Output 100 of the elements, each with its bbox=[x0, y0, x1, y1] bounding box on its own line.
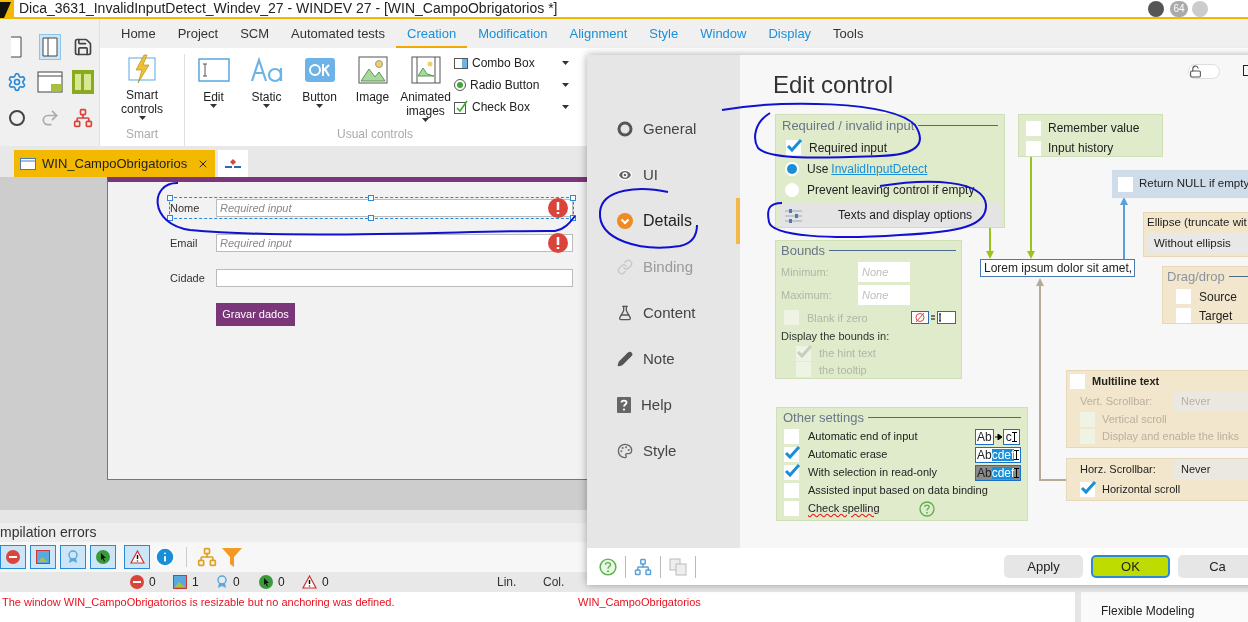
checkbox[interactable] bbox=[1118, 176, 1133, 192]
save-data-button[interactable]: Gravar dados bbox=[216, 303, 295, 326]
resize-handle[interactable] bbox=[368, 195, 374, 201]
info-icon[interactable] bbox=[154, 546, 176, 568]
ribbon-tab[interactable]: Home bbox=[110, 22, 167, 48]
filter-toggle-button[interactable] bbox=[90, 545, 116, 569]
error-source[interactable]: WIN_CampoObrigatorios bbox=[578, 592, 1075, 622]
filter-toggle-button[interactable] bbox=[30, 545, 56, 569]
field-label: Email bbox=[170, 235, 199, 251]
filter-toggle-button[interactable] bbox=[0, 545, 26, 569]
ribbon-button[interactable]: Edit bbox=[187, 54, 240, 108]
sidebar-item[interactable]: Content bbox=[587, 290, 740, 336]
window-icon[interactable] bbox=[36, 71, 63, 94]
radio-button[interactable] bbox=[785, 182, 799, 197]
warning-toggle-button[interactable] bbox=[124, 545, 150, 569]
checkbox[interactable] bbox=[1026, 120, 1041, 136]
checked-checkbox[interactable] bbox=[784, 465, 799, 480]
resize-handle[interactable] bbox=[167, 215, 173, 221]
resize-handle[interactable] bbox=[570, 215, 576, 221]
arrow-icon bbox=[994, 433, 1002, 440]
checkbox[interactable] bbox=[1026, 140, 1041, 156]
window-icon bbox=[20, 157, 36, 170]
count-label: 0 bbox=[278, 574, 285, 591]
section-title: Bounds bbox=[781, 242, 826, 260]
checkbox-label: Remember value bbox=[1048, 120, 1140, 137]
ribbon-tab[interactable]: Tools bbox=[822, 22, 875, 48]
input-field[interactable]: Required input bbox=[216, 234, 573, 252]
input-field[interactable]: Required input bbox=[216, 199, 573, 217]
dropdown-field[interactable]: Never bbox=[1173, 459, 1248, 480]
checkbox-label: Source bbox=[1199, 288, 1238, 306]
smart-controls-button[interactable]: Smart controls bbox=[107, 88, 177, 116]
checked-checkbox[interactable] bbox=[786, 140, 801, 155]
ring-icon bbox=[617, 121, 633, 137]
checkbox-label: Multiline text bbox=[1092, 373, 1160, 389]
radio-button[interactable] bbox=[785, 161, 799, 176]
hierarchy-icon[interactable] bbox=[72, 108, 93, 129]
sidebar-item[interactable]: Details bbox=[587, 198, 740, 244]
ribbon-tab[interactable]: Project bbox=[166, 22, 230, 48]
selected-sample-text: cdef bbox=[991, 466, 1015, 479]
document-tab[interactable] bbox=[218, 150, 249, 177]
sample-text: c bbox=[1005, 430, 1012, 443]
dialog-button[interactable]: OK bbox=[1091, 555, 1170, 578]
checkbox[interactable] bbox=[1176, 308, 1191, 323]
hierarchy-icon[interactable] bbox=[634, 557, 652, 576]
lock-toggle[interactable] bbox=[1188, 64, 1220, 79]
translate-icon[interactable] bbox=[669, 557, 687, 576]
form-row[interactable]: Email Required input bbox=[170, 233, 573, 253]
column-header[interactable]: Lin. bbox=[497, 573, 543, 591]
filter-toggle-button[interactable] bbox=[60, 545, 86, 569]
ribbon-button[interactable]: Static bbox=[240, 54, 293, 108]
sidebar-item[interactable]: General bbox=[587, 106, 740, 152]
checkbox[interactable] bbox=[1176, 289, 1191, 304]
checkbox-label: Required input bbox=[809, 139, 888, 157]
group-label: Usual controls bbox=[337, 126, 415, 143]
document-tab[interactable]: WIN_CampoObrigatorios bbox=[14, 150, 216, 177]
form-row[interactable]: Cidade bbox=[170, 268, 573, 288]
input-field[interactable] bbox=[216, 269, 573, 287]
checked-checkbox[interactable] bbox=[1080, 482, 1095, 497]
error-message[interactable]: The window WIN_CampoObrigatorios is resizable but no anchoring was defined. bbox=[0, 592, 578, 622]
texts-display-options-button[interactable]: Texts and display options bbox=[779, 203, 1001, 227]
checkbox[interactable] bbox=[784, 429, 799, 444]
dialog-button[interactable]: Ca bbox=[1178, 555, 1248, 578]
help-icon[interactable] bbox=[599, 557, 617, 576]
go-block-icon[interactable] bbox=[71, 70, 94, 95]
user-avatar-icon bbox=[1148, 0, 1164, 17]
filter-icon[interactable] bbox=[221, 546, 243, 568]
sidebar-item[interactable]: Style bbox=[587, 428, 740, 474]
resize-handle[interactable] bbox=[167, 195, 173, 201]
ribbon-button[interactable]: Button bbox=[293, 54, 346, 108]
pencil-icon bbox=[617, 351, 633, 367]
checked-checkbox[interactable] bbox=[784, 447, 799, 462]
resize-handle[interactable] bbox=[570, 195, 576, 201]
sidebar-item[interactable]: Note bbox=[587, 336, 740, 382]
ribbon-tab[interactable]: Automated tests bbox=[280, 22, 396, 48]
tree-icon[interactable] bbox=[197, 547, 217, 567]
ribbon-tab[interactable]: SCM bbox=[229, 22, 281, 48]
window-panel-button[interactable] bbox=[38, 33, 61, 60]
dropdown-list-icon bbox=[454, 57, 468, 69]
caret-icon bbox=[562, 83, 569, 87]
ribbon-button[interactable]: Animated images bbox=[399, 54, 452, 122]
ribbon-menu-button[interactable]: Combo Box bbox=[454, 54, 569, 72]
ribbon-button[interactable]: Image bbox=[346, 54, 399, 104]
ribbon-menu-button[interactable]: Radio Button bbox=[454, 76, 569, 94]
settings-icon[interactable] bbox=[6, 72, 27, 93]
ribbon-menu-button[interactable]: Check Box bbox=[454, 98, 569, 116]
document-icon[interactable] bbox=[10, 35, 23, 58]
text-cursor-icon bbox=[1014, 449, 1020, 460]
save-icon[interactable] bbox=[72, 36, 93, 57]
sidebar-item[interactable]: Help bbox=[587, 382, 740, 428]
dialog-button[interactable]: Apply bbox=[1004, 555, 1083, 578]
checkbox[interactable] bbox=[784, 501, 799, 516]
panel-title: mpilation errors bbox=[0, 523, 97, 542]
list-item[interactable]: Flexible Modeling bbox=[1101, 604, 1195, 618]
checkbox[interactable] bbox=[784, 483, 799, 498]
selected-control[interactable]: Nome Required input bbox=[170, 198, 573, 218]
column-header[interactable]: Col. bbox=[543, 573, 589, 591]
resize-handle[interactable] bbox=[368, 215, 374, 221]
sidebar-item[interactable]: UI bbox=[587, 152, 740, 198]
help-icon[interactable] bbox=[918, 500, 935, 517]
dropdown-field[interactable]: Without ellipsis bbox=[1147, 233, 1248, 254]
